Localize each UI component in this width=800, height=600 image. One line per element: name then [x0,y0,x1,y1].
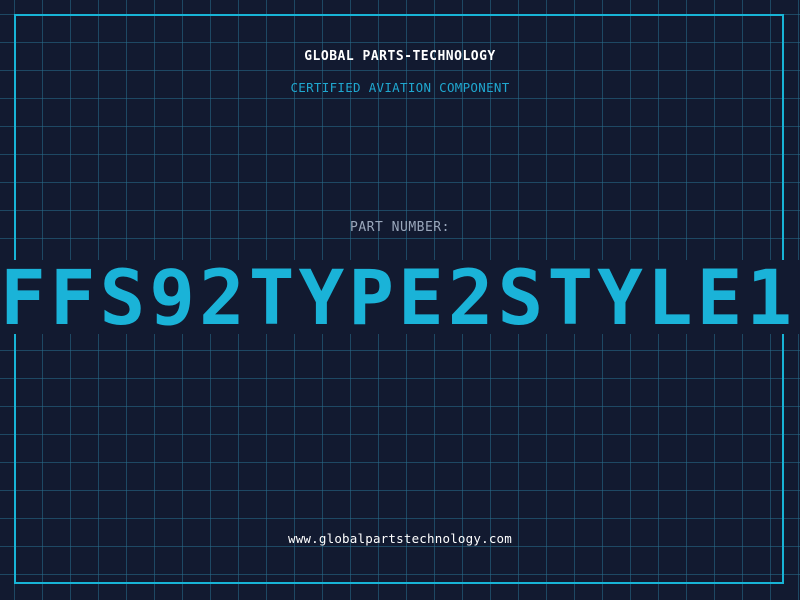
brand-title: GLOBAL PARTS-TECHNOLOGY [304,49,496,64]
part-number-value: FFS92TYPE2STYLE10P [0,253,800,342]
part-number-label: PART NUMBER: [350,220,450,235]
blueprint-canvas: GLOBAL PARTS-TECHNOLOGY CERTIFIED AVIATI… [0,0,800,600]
certification-tagline: CERTIFIED AVIATION COMPONENT [290,80,510,95]
website-url: www.globalpartstechnology.com [287,531,513,546]
